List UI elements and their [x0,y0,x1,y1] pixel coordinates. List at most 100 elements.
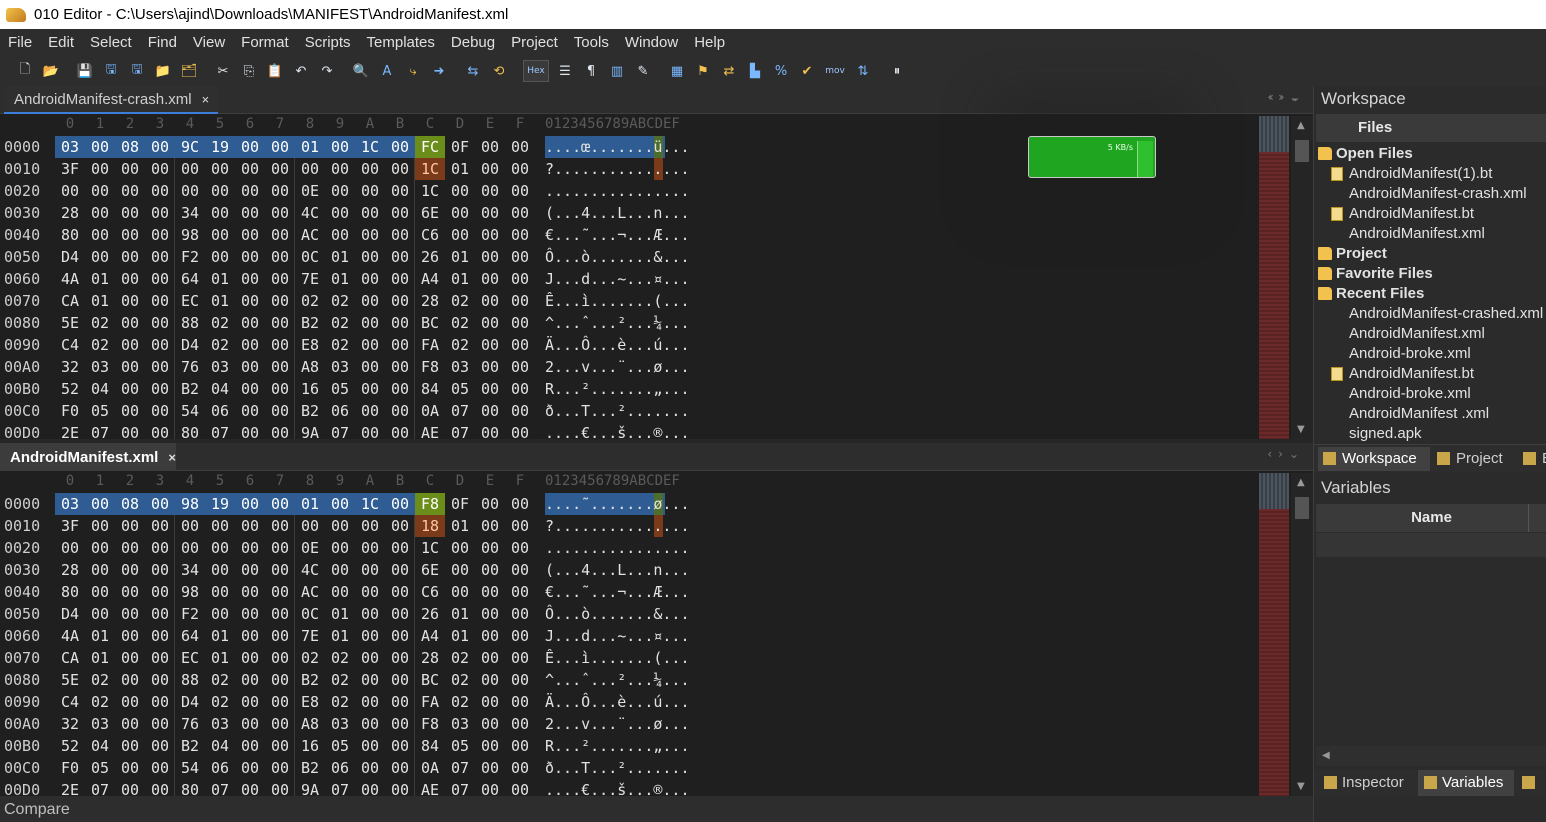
hex-byte[interactable]: 00 [205,603,235,625]
hex-byte[interactable]: 2E [55,422,85,439]
paragraph-icon[interactable]: ¶ [581,61,601,81]
hex-byte[interactable]: 02 [445,334,475,356]
hex-byte[interactable]: 00 [265,422,295,439]
hex-byte[interactable]: 04 [205,735,235,757]
ascii-text[interactable]: ....œ.......ü... [545,136,690,158]
hex-byte[interactable]: 00 [385,268,415,290]
hex-byte[interactable]: 00 [115,669,145,691]
hex-byte[interactable]: 00 [385,515,415,537]
variables-name-column[interactable]: Name [1316,504,1546,532]
close-icon[interactable]: × [202,92,210,107]
hex-byte[interactable]: 00 [145,246,175,268]
hex-byte[interactable]: 00 [505,334,535,356]
hex-byte[interactable]: 03 [85,713,115,735]
hex-byte[interactable]: 6E [415,202,445,224]
hex-byte[interactable]: CA [55,290,85,312]
hex-byte[interactable]: 00 [385,158,415,180]
hex-byte[interactable]: 00 [265,268,295,290]
hex-byte[interactable]: 01 [295,493,325,515]
hex-byte[interactable]: 80 [175,422,205,439]
hex-row[interactable]: 00A0 32 03 00 00 76 03 00 00 A8 03 00 00 F8 03 00 00 2...… [0,356,1258,378]
hex-byte[interactable]: B2 [295,669,325,691]
hex-byte[interactable]: E8 [295,334,325,356]
hex-byte[interactable]: 00 [355,713,385,735]
hex-row[interactable]: 0080 5E 02 00 00 88 02 00 00 B2 02 00 00 BC 02 00 00 ^...… [0,669,1258,691]
hex-byte[interactable]: 00 [385,400,415,422]
hex-byte[interactable]: C4 [55,334,85,356]
hex-byte[interactable]: 07 [325,779,355,796]
hex-byte[interactable]: 00 [85,603,115,625]
hex-byte[interactable]: 00 [205,180,235,202]
hex-byte[interactable]: 00 [475,268,505,290]
hex-byte[interactable]: AC [295,581,325,603]
hex-byte[interactable]: 00 [145,647,175,669]
hex-byte[interactable]: 02 [205,669,235,691]
hex-byte[interactable]: 88 [175,312,205,334]
hex-byte[interactable]: 01 [205,647,235,669]
hex-byte[interactable]: 00 [445,559,475,581]
hex-byte[interactable]: 00 [85,180,115,202]
hex-byte[interactable]: 00 [115,180,145,202]
ascii-text[interactable]: ð...T...²....... [545,757,690,779]
hex-byte[interactable]: 64 [175,268,205,290]
hex-byte[interactable]: 00 [145,378,175,400]
hex-byte[interactable]: 00 [385,669,415,691]
ascii-text[interactable]: J...d...~...¤... [545,268,690,290]
tree-item[interactable]: AndroidManifest.bt [1318,364,1546,384]
close-all-icon[interactable]: 🗂 [179,61,199,81]
hex-byte[interactable]: 00 [265,779,295,796]
calculator-icon[interactable]: ▦ [667,61,687,81]
hex-byte[interactable]: A4 [415,268,445,290]
vertical-scrollbar[interactable]: ▲ ▼ [1291,473,1313,796]
tree-group-open-files[interactable]: Open Files [1318,144,1546,164]
hex-byte[interactable]: 00 [85,515,115,537]
hex-byte[interactable]: 00 [355,581,385,603]
hex-byte[interactable]: 00 [265,581,295,603]
hex-byte[interactable]: 07 [205,779,235,796]
hex-byte[interactable]: 00 [145,603,175,625]
hex-byte[interactable]: C6 [415,581,445,603]
hex-byte[interactable]: 00 [505,180,535,202]
hex-byte[interactable]: 00 [145,581,175,603]
hex-byte[interactable]: B2 [295,757,325,779]
hex-byte[interactable]: 01 [205,625,235,647]
hex-byte[interactable]: 98 [175,581,205,603]
hex-byte[interactable]: 00 [235,224,265,246]
hex-byte[interactable]: 00 [295,158,325,180]
hex-byte[interactable]: F8 [415,356,445,378]
hex-byte[interactable]: 02 [85,691,115,713]
hex-byte[interactable]: 00 [355,735,385,757]
text-mode-icon[interactable]: ☰ [555,61,575,81]
hex-byte[interactable]: 00 [505,603,535,625]
hex-byte[interactable]: 05 [85,400,115,422]
hex-byte[interactable]: 00 [325,559,355,581]
hex-byte[interactable]: 00 [475,224,505,246]
ascii-text[interactable]: ................ [545,180,690,202]
hex-byte[interactable]: D4 [175,334,205,356]
scroll-down-icon[interactable]: ▼ [1297,781,1305,792]
hex-byte[interactable]: 00 [145,224,175,246]
hex-byte[interactable]: 01 [85,647,115,669]
hex-byte[interactable]: 00 [205,559,235,581]
hex-byte[interactable]: 00 [475,493,505,515]
hex-byte[interactable]: 32 [55,356,85,378]
hex-byte[interactable]: 00 [175,515,205,537]
hex-byte[interactable]: 00 [385,757,415,779]
hex-byte[interactable]: 00 [475,515,505,537]
hex-byte[interactable]: F8 [415,493,445,515]
hex-byte[interactable]: 00 [505,559,535,581]
mov-button[interactable]: mov [823,61,847,81]
hex-byte[interactable]: 28 [415,647,445,669]
hex-byte[interactable]: 00 [505,158,535,180]
menu-debug[interactable]: Debug [443,34,503,51]
hex-byte[interactable]: 7E [295,268,325,290]
compare-icon[interactable]: ⇆ [463,61,483,81]
ascii-text[interactable]: 2...v...¨...ø... [545,713,690,735]
ascii-text[interactable]: R...².......„... [545,378,690,400]
hex-byte[interactable]: 9A [295,779,325,796]
hex-byte[interactable]: 00 [505,493,535,515]
hex-byte[interactable]: 01 [325,246,355,268]
hex-byte[interactable]: 3F [55,158,85,180]
hex-byte[interactable]: 34 [175,202,205,224]
hex-byte[interactable]: 00 [265,757,295,779]
